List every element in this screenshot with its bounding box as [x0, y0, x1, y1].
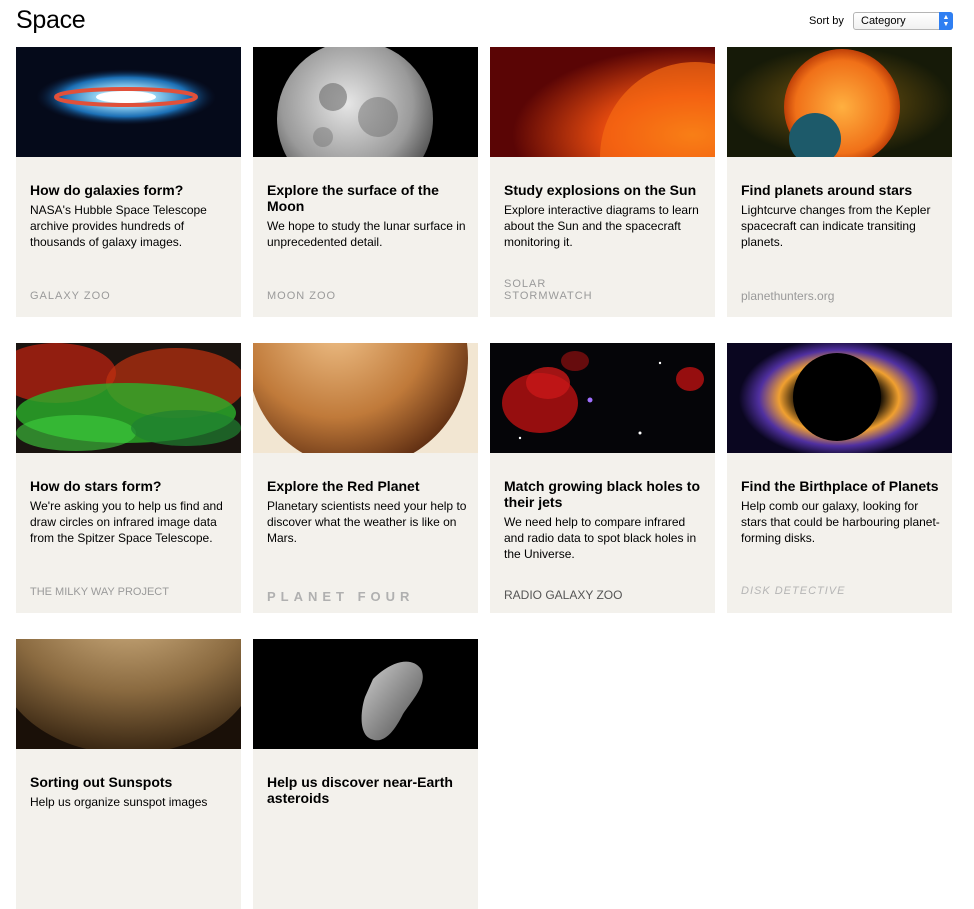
- project-description: NASA's Hubble Space Telescope archive pr…: [30, 203, 207, 249]
- project-card-moon-zoo[interactable]: Explore the surface of the Moon We hope …: [253, 47, 478, 317]
- project-description: We need help to compare infrared and rad…: [504, 515, 697, 561]
- project-image: [253, 639, 478, 749]
- project-logo: DISK DETECTIVE: [741, 585, 846, 597]
- project-description: Help comb our galaxy, looking for stars …: [741, 499, 940, 545]
- project-description: Lightcurve changes from the Kepler space…: [741, 203, 931, 249]
- project-description: Planetary scientists need your help to d…: [267, 499, 467, 545]
- project-title: Find the Birthplace of Planets Help comb…: [741, 478, 940, 545]
- project-image: [727, 343, 952, 453]
- sort-select[interactable]: Category ▲ ▼: [853, 12, 953, 30]
- project-title: Match growing black holes to their jets …: [504, 478, 704, 562]
- project-title: Explore the surface of the Moon We hope …: [267, 182, 466, 249]
- project-logo: MOON ZOO: [267, 290, 337, 302]
- project-title: Study explosions on the Sun Explore inte…: [504, 182, 704, 250]
- project-image: [253, 343, 478, 453]
- project-image: [727, 47, 952, 157]
- project-logo: SOLAR STORMWATCH: [504, 278, 593, 302]
- project-card-planet-four[interactable]: Explore the Red Planet Planetary scienti…: [253, 343, 478, 613]
- project-card-galaxy-zoo[interactable]: How do galaxies form? NASA's Hubble Spac…: [16, 47, 241, 317]
- project-card-sunspotter[interactable]: Sorting out Sunspots Help us organize su…: [16, 639, 241, 909]
- project-card-solar-stormwatch[interactable]: Study explosions on the Sun Explore inte…: [490, 47, 715, 317]
- project-title: Explore the Red Planet Planetary scienti…: [267, 478, 467, 545]
- project-image: [16, 343, 241, 453]
- select-arrows-icon: ▲ ▼: [939, 12, 953, 30]
- project-image: [16, 47, 241, 157]
- project-logo: THE MILKY WAY PROJECT: [30, 586, 169, 598]
- project-card-radio-galaxy-zoo[interactable]: Match growing black holes to their jets …: [490, 343, 715, 613]
- sort-label: Sort by: [809, 15, 844, 27]
- project-logo: RADIO GALAXY ZOO: [504, 588, 623, 602]
- project-description: We're asking you to help us find and dra…: [30, 499, 223, 545]
- project-logo: PLANET FOUR: [267, 589, 415, 604]
- project-card-planet-hunters[interactable]: Find planets around stars Lightcurve cha…: [727, 47, 952, 317]
- project-description: Explore interactive diagrams to learn ab…: [504, 203, 699, 249]
- project-title: How do galaxies form? NASA's Hubble Spac…: [30, 182, 230, 250]
- project-image: [16, 639, 241, 749]
- project-title: Find planets around stars Lightcurve cha…: [741, 182, 941, 250]
- project-title: How do stars form? We're asking you to h…: [30, 478, 230, 546]
- project-card-disk-detective[interactable]: Find the Birthplace of Planets Help comb…: [727, 343, 952, 613]
- project-title: Sorting out Sunspots Help us organize su…: [30, 774, 230, 810]
- project-title: Help us discover near-Earth asteroids: [267, 774, 453, 806]
- project-card-milky-way-project[interactable]: How do stars form? We're asking you to h…: [16, 343, 241, 613]
- project-logo: GALAXY ZOO: [30, 290, 111, 302]
- sort-selected-value: Category: [861, 15, 906, 27]
- page-title: Space: [16, 6, 86, 34]
- project-image: [490, 343, 715, 453]
- project-image: [490, 47, 715, 157]
- project-description: We hope to study the lunar surface in un…: [267, 219, 466, 249]
- project-image: [253, 47, 478, 157]
- project-logo: planethunters.org: [741, 289, 835, 303]
- project-card-asteroid-zoo[interactable]: Help us discover near-Earth asteroids: [253, 639, 478, 909]
- project-description: Help us organize sunspot images: [30, 795, 208, 809]
